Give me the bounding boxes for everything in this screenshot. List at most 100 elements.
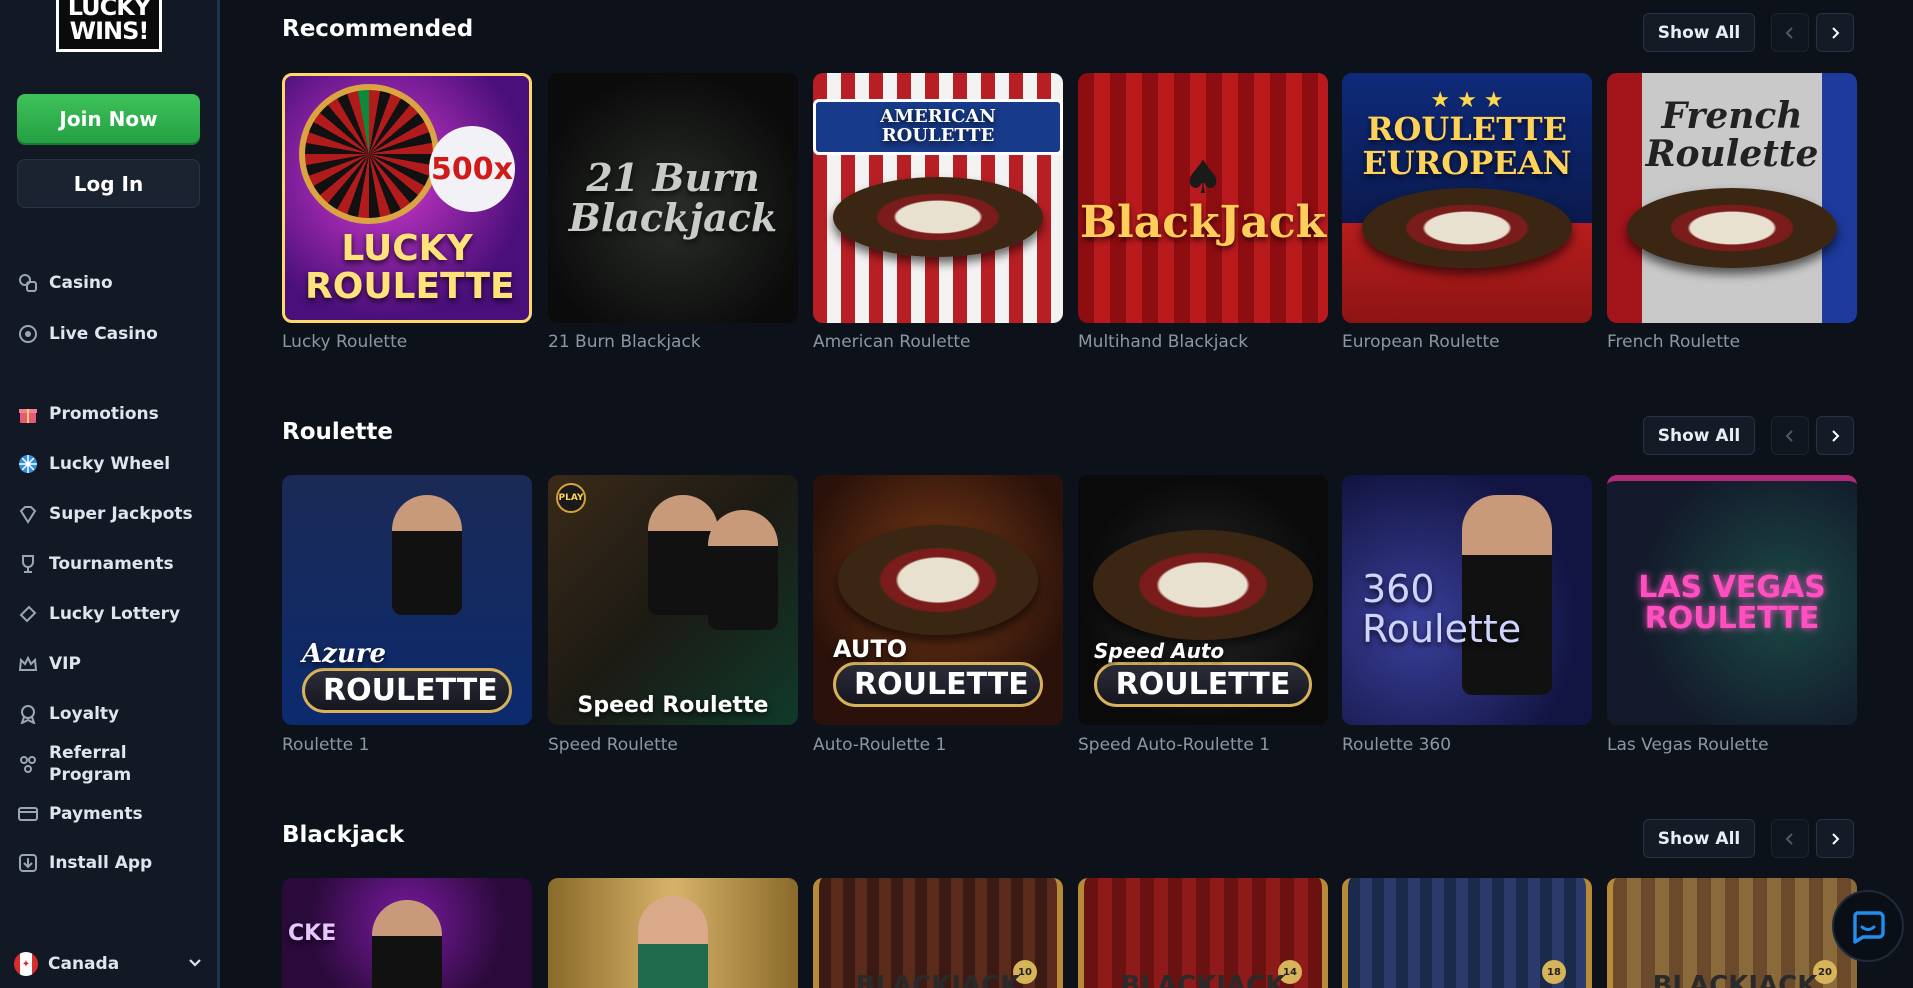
game-art-title: 360 Roulette (1362, 567, 1522, 651)
sidebar-item-label: Payments (49, 804, 143, 824)
game-tile[interactable]: 360 Roulette (1342, 475, 1592, 725)
crown-icon (17, 653, 39, 675)
section-title-roulette: Roulette (282, 419, 393, 445)
sidebar-item-label: Promotions (49, 404, 159, 424)
game-tile[interactable]: French Roulette (1607, 73, 1857, 323)
game-art-title: ROULETTE (1094, 662, 1312, 707)
game-art-title: BlackJack (1079, 196, 1327, 248)
sidebar-item-referral-program[interactable]: Referral Program (17, 740, 207, 788)
sidebar-item-loyalty[interactable]: Loyalty (17, 696, 207, 732)
prev-arrow-button[interactable] (1771, 13, 1809, 52)
game-tile[interactable]: PLAY Speed Roulette (548, 475, 798, 725)
sidebar-item-lucky-wheel[interactable]: Lucky Wheel (17, 446, 207, 482)
roulette-wheel-art (1093, 530, 1313, 640)
game-tile[interactable]: 14 BLACKJACK (1078, 878, 1328, 988)
dealer-image (638, 896, 708, 988)
loyalty-icon (17, 703, 39, 725)
diamond-icon (17, 503, 39, 525)
game-tile[interactable]: 10 BLACKJACK (813, 878, 1063, 988)
sidebar-item-label: VIP (49, 654, 81, 674)
game-art-title: ROULETTE (302, 668, 512, 713)
download-icon (17, 852, 39, 874)
chat-button[interactable] (1832, 890, 1904, 962)
game-title: Roulette 360 (1342, 735, 1452, 755)
game-tile[interactable]: 21 Burn Blackjack (548, 73, 798, 323)
sidebar-item-super-jackpots[interactable]: Super Jackpots (17, 496, 207, 532)
game-tile[interactable]: Speed Auto ROULETTE (1078, 475, 1328, 725)
chevron-left-icon (1785, 26, 1793, 39)
game-tile[interactable]: 18 (1342, 878, 1592, 988)
game-title: Speed Auto-Roulette 1 (1078, 735, 1271, 755)
sidebar-item-casino[interactable]: Casino (17, 265, 207, 301)
live-casino-icon (17, 323, 39, 345)
game-tile[interactable]: 20 BLACKJACK (1607, 878, 1857, 988)
gift-icon (17, 403, 39, 425)
sidebar-item-payments[interactable]: Payments (17, 796, 207, 832)
referral-icon (17, 753, 39, 775)
game-art-title: BLACKJACK (1652, 970, 1818, 988)
logo[interactable]: LUCKY WINS! (56, 0, 162, 52)
chevron-left-icon (1785, 429, 1793, 442)
section-title-blackjack: Blackjack (282, 822, 405, 848)
next-arrow-button[interactable] (1816, 416, 1854, 455)
sidebar-item-lucky-lottery[interactable]: Lucky Lottery (17, 596, 207, 632)
section-title-recommended: Recommended (282, 16, 474, 42)
sidebar-item-label: Lucky Wheel (49, 454, 171, 474)
game-tile[interactable]: AUTO ROULETTE (813, 475, 1063, 725)
ticket-icon (17, 603, 39, 625)
game-tile[interactable]: LAS VEGAS ROULETTE (1607, 475, 1857, 725)
logo-line-2: WINS! (69, 17, 150, 45)
game-tile[interactable]: ♠ BlackJack (1078, 73, 1328, 323)
game-tile[interactable]: Azure ROULETTE (282, 475, 532, 725)
show-all-button[interactable]: Show All (1643, 416, 1755, 455)
sidebar-item-label: Lucky Lottery (49, 604, 181, 624)
next-arrow-button[interactable] (1816, 819, 1854, 858)
roulette-wheel-art (838, 525, 1038, 635)
game-art-title: ROULETTE EUROPEAN (1362, 109, 1572, 182)
game-tile[interactable]: 500x LUCKY ROULETTE (282, 73, 532, 323)
game-art-title: BLACKJACK (855, 970, 1021, 988)
roulette-wheel-art (1362, 188, 1572, 269)
show-all-button[interactable]: Show All (1643, 13, 1755, 52)
join-now-button[interactable]: Join Now (17, 94, 200, 143)
sidebar-item-label: Super Jackpots (49, 504, 193, 524)
game-art-title: CKE (288, 921, 337, 946)
game-title: Auto-Roulette 1 (813, 735, 947, 755)
spade-icon: ♠ (1182, 149, 1224, 204)
game-art-title: 21 Burn Blackjack (568, 155, 778, 240)
sidebar-item-label: Casino (49, 273, 113, 293)
country-selector[interactable]: ✦ Canada (0, 940, 217, 988)
sidebar: LUCKY WINS! Join Now Log In Casino Live … (0, 0, 220, 988)
game-title: Roulette 1 (282, 735, 370, 755)
sidebar-item-install-app[interactable]: Install App (17, 845, 207, 881)
dealer-image (372, 900, 442, 988)
game-art-title: AMERICAN ROULETTE (880, 106, 996, 146)
prev-arrow-button[interactable] (1771, 819, 1809, 858)
game-art-subtitle: Azure (302, 638, 387, 669)
table-number-badge: 18 (1542, 960, 1566, 984)
show-all-button[interactable]: Show All (1643, 819, 1755, 858)
canada-flag-icon: ✦ (14, 952, 38, 976)
game-art-title: Speed Roulette (577, 692, 769, 718)
game-tile[interactable]: AMERICAN ROULETTE (813, 73, 1063, 323)
game-art-title: LAS VEGAS ROULETTE (1638, 569, 1826, 636)
game-tile[interactable]: ★ ★ ★ ROULETTE EUROPEAN (1342, 73, 1592, 323)
play-badge: PLAY (556, 483, 586, 513)
casino-icon (17, 272, 39, 294)
sidebar-item-live-casino[interactable]: Live Casino (17, 316, 207, 352)
dealer-image (392, 495, 462, 615)
chevron-right-icon (1832, 26, 1840, 39)
game-art-subtitle: AUTO (833, 634, 908, 663)
game-tile[interactable]: CKE (282, 878, 532, 988)
sidebar-item-promotions[interactable]: Promotions (17, 396, 207, 432)
sidebar-item-label: Tournaments (49, 554, 174, 574)
sidebar-item-tournaments[interactable]: Tournaments (17, 546, 207, 582)
sidebar-item-vip[interactable]: VIP (17, 646, 207, 682)
game-tile[interactable] (548, 878, 798, 988)
wheel-icon (17, 453, 39, 475)
log-in-button[interactable]: Log In (17, 159, 200, 208)
prev-arrow-button[interactable] (1771, 416, 1809, 455)
trophy-icon (17, 553, 39, 575)
next-arrow-button[interactable] (1816, 13, 1854, 52)
sidebar-item-label: Live Casino (49, 324, 158, 344)
